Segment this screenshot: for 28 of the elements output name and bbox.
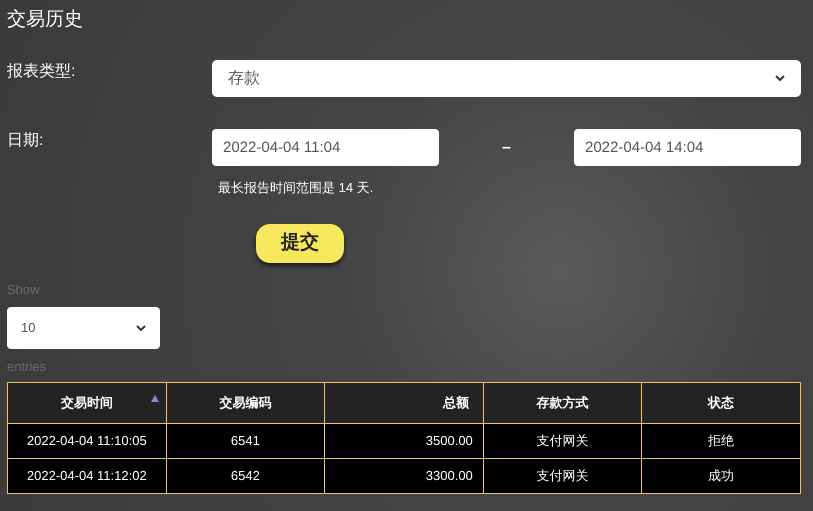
table-cell: 2022-04-04 11:10:05 bbox=[8, 423, 166, 458]
column-header[interactable]: 存款方式 bbox=[483, 382, 642, 423]
table-cell: 支付网关 bbox=[483, 423, 642, 458]
chevron-down-icon bbox=[775, 75, 785, 82]
report-type-select[interactable]: 存款 bbox=[212, 60, 801, 97]
table-cell: 拒绝 bbox=[642, 423, 800, 458]
page-title: 交易历史 bbox=[7, 9, 83, 30]
sort-ascending-icon bbox=[150, 394, 159, 402]
date-to-field[interactable]: 2022-04-04 14:04 bbox=[574, 129, 801, 166]
table-cell: 3300.00 bbox=[324, 458, 484, 493]
table-cell: 6542 bbox=[166, 458, 325, 493]
column-header[interactable]: 状态 bbox=[642, 382, 800, 423]
table-cell: 2022-04-04 11:12:02 bbox=[8, 458, 166, 493]
date-range-hint: 最长报告时间范围是 14 天. bbox=[218, 179, 374, 197]
table-cell: 成功 bbox=[642, 458, 800, 493]
column-header[interactable]: 总额 bbox=[324, 382, 484, 423]
page-size-select[interactable]: 10 bbox=[7, 307, 160, 349]
table-cell: 3500.00 bbox=[324, 423, 484, 458]
table-cell: 支付网关 bbox=[483, 458, 642, 493]
submit-button[interactable]: 提交 bbox=[256, 224, 344, 262]
date-from-field[interactable]: 2022-04-04 11:04 bbox=[212, 129, 439, 166]
date-separator: – bbox=[501, 138, 512, 158]
column-header[interactable]: 交易时间 bbox=[8, 382, 166, 423]
chevron-down-icon bbox=[136, 324, 146, 332]
report-type-label: 报表类型: bbox=[7, 63, 76, 80]
table-cell: 6541 bbox=[166, 423, 325, 458]
date-label: 日期: bbox=[7, 132, 44, 149]
column-header[interactable]: 交易编码 bbox=[166, 382, 325, 423]
